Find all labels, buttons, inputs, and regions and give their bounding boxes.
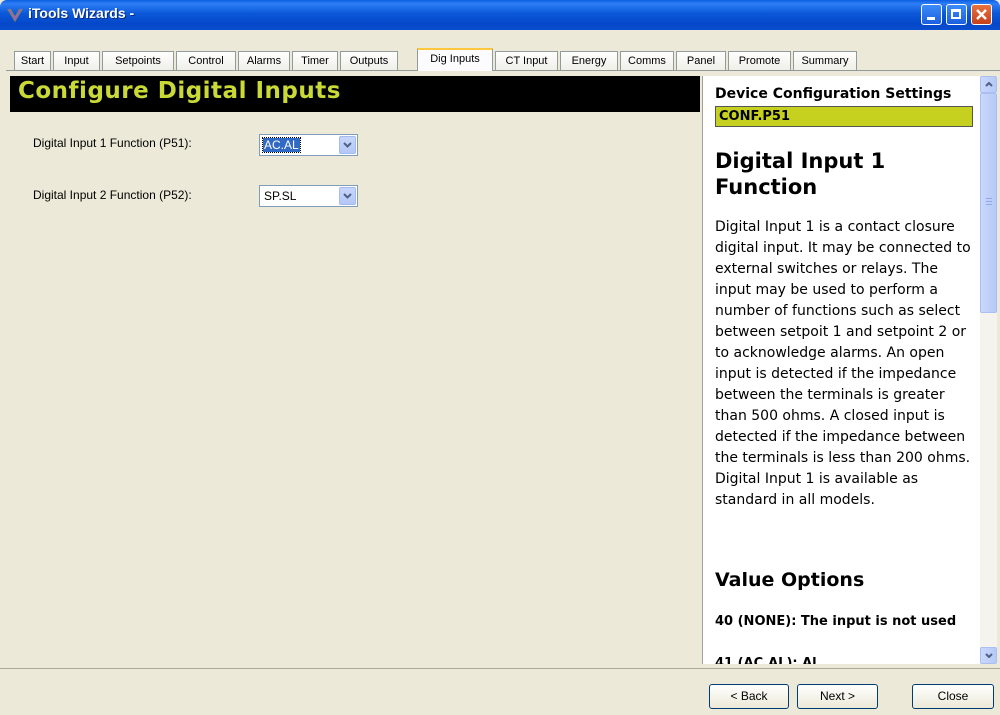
page-title: Configure Digital Inputs	[18, 78, 341, 104]
tab-divider	[6, 70, 1000, 71]
help-description: Digital Input 1 is a contact closure dig…	[715, 219, 971, 508]
tab-alarms[interactable]: Alarms	[238, 51, 290, 70]
tab-panel[interactable]: Panel	[676, 51, 726, 70]
digital-input-1-value: AC.AL	[262, 137, 301, 153]
configuration-panel	[10, 76, 700, 666]
itools-logo-icon	[7, 8, 23, 22]
help-heading: Device Configuration Settings	[715, 86, 952, 102]
help-panel[interactable]: Device Configuration Settings CONF.P51 D…	[702, 76, 981, 664]
help-title: Digital Input 1 Function	[715, 149, 886, 199]
window-title: iTools Wizards -	[28, 5, 135, 21]
close-button[interactable]: Close	[912, 684, 994, 709]
digital-input-2-select[interactable]: SP.SL	[259, 185, 358, 207]
dropdown-arrow-button[interactable]	[339, 187, 356, 205]
chevron-down-icon	[985, 653, 993, 658]
maximize-icon	[951, 9, 961, 19]
tab-setpoints[interactable]: Setpoints	[102, 51, 174, 70]
section-header: Configure Digital Inputs	[10, 76, 700, 112]
close-window-button[interactable]	[971, 4, 992, 25]
digital-input-1-label: Digital Input 1 Function (P51):	[33, 136, 192, 150]
digital-input-2-label: Digital Input 2 Function (P52):	[33, 188, 192, 202]
dropdown-arrow-button[interactable]	[339, 136, 356, 154]
footer-divider	[0, 668, 1000, 669]
tab-input[interactable]: Input	[53, 51, 100, 70]
back-button[interactable]: < Back	[709, 684, 789, 709]
chevron-down-icon	[343, 142, 352, 148]
title-bar[interactable]: iTools Wizards -	[0, 0, 1000, 30]
close-icon	[976, 9, 987, 20]
tab-timer[interactable]: Timer	[292, 51, 338, 70]
maximize-button[interactable]	[946, 4, 967, 25]
tab-comms[interactable]: Comms	[620, 51, 674, 70]
tab-energy[interactable]: Energy	[560, 51, 618, 70]
minimize-button[interactable]	[921, 4, 942, 25]
minimize-icon	[927, 17, 935, 20]
value-option: 41 (AC.AL): Al...	[715, 656, 832, 664]
tab-ct-input[interactable]: CT Input	[495, 51, 558, 70]
chevron-up-icon	[985, 82, 993, 87]
tab-promote[interactable]: Promote	[728, 51, 791, 70]
digital-input-1-select[interactable]: AC.AL	[259, 134, 358, 156]
chevron-down-icon	[343, 193, 352, 199]
next-button[interactable]: Next >	[797, 684, 878, 709]
scroll-thumb[interactable]	[980, 93, 997, 313]
scroll-up-button[interactable]	[980, 76, 997, 93]
scroll-down-button[interactable]	[980, 647, 997, 664]
tab-start[interactable]: Start	[14, 51, 51, 70]
tab-dig-inputs[interactable]: Dig Inputs	[417, 48, 493, 71]
value-option: 40 (NONE): The input is not used	[715, 614, 957, 629]
tab-summary[interactable]: Summary	[793, 51, 857, 70]
parameter-code: CONF.P51	[715, 106, 973, 127]
tab-outputs[interactable]: Outputs	[340, 51, 398, 70]
value-options-heading: Value Options	[715, 569, 865, 591]
tab-control[interactable]: Control	[176, 51, 236, 70]
help-scrollbar[interactable]	[980, 76, 997, 664]
digital-input-2-value: SP.SL	[264, 189, 297, 203]
